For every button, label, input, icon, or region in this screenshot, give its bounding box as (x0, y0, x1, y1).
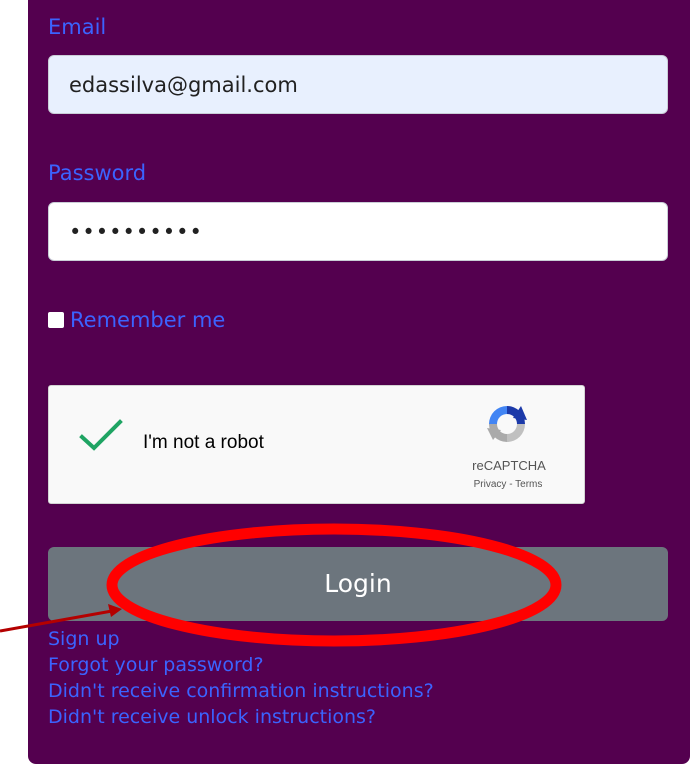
recaptcha-terms-link[interactable]: Terms (515, 479, 542, 490)
recaptcha-privacy-link[interactable]: Privacy (474, 479, 507, 490)
forgot-password-link[interactable]: Forgot your password? (48, 656, 668, 682)
email-label: Email (48, 15, 107, 39)
recaptcha-logo-icon (487, 406, 527, 442)
recaptcha-separator: - (506, 479, 516, 490)
unlock-instructions-link[interactable]: Didn't receive unlock instructions? (48, 708, 668, 734)
recaptcha-label: I'm not a robot (143, 432, 264, 453)
recaptcha-links: Privacy - Terms (449, 480, 567, 490)
recaptcha-brand: reCAPTCHA (472, 458, 546, 473)
remember-me-label[interactable]: Remember me (70, 309, 225, 331)
remember-me-row[interactable]: Remember me (48, 307, 225, 333)
confirmation-instructions-link[interactable]: Didn't receive confirmation instructions… (48, 682, 668, 708)
recaptcha-widget[interactable]: I'm not a robot reCAPTCHA Privacy - Term… (48, 385, 585, 504)
sign-up-link[interactable]: Sign up (48, 630, 668, 656)
auth-links: Sign up Forgot your password? Didn't rec… (48, 630, 668, 734)
email-field[interactable] (48, 55, 668, 114)
screenshot-stage: Email Password Remember me I'm not a rob… (0, 0, 692, 765)
remember-me-checkbox[interactable] (48, 312, 64, 328)
password-field[interactable] (48, 202, 668, 261)
check-icon[interactable] (79, 416, 123, 456)
password-label: Password (48, 161, 147, 185)
login-button[interactable]: Login (48, 547, 668, 621)
